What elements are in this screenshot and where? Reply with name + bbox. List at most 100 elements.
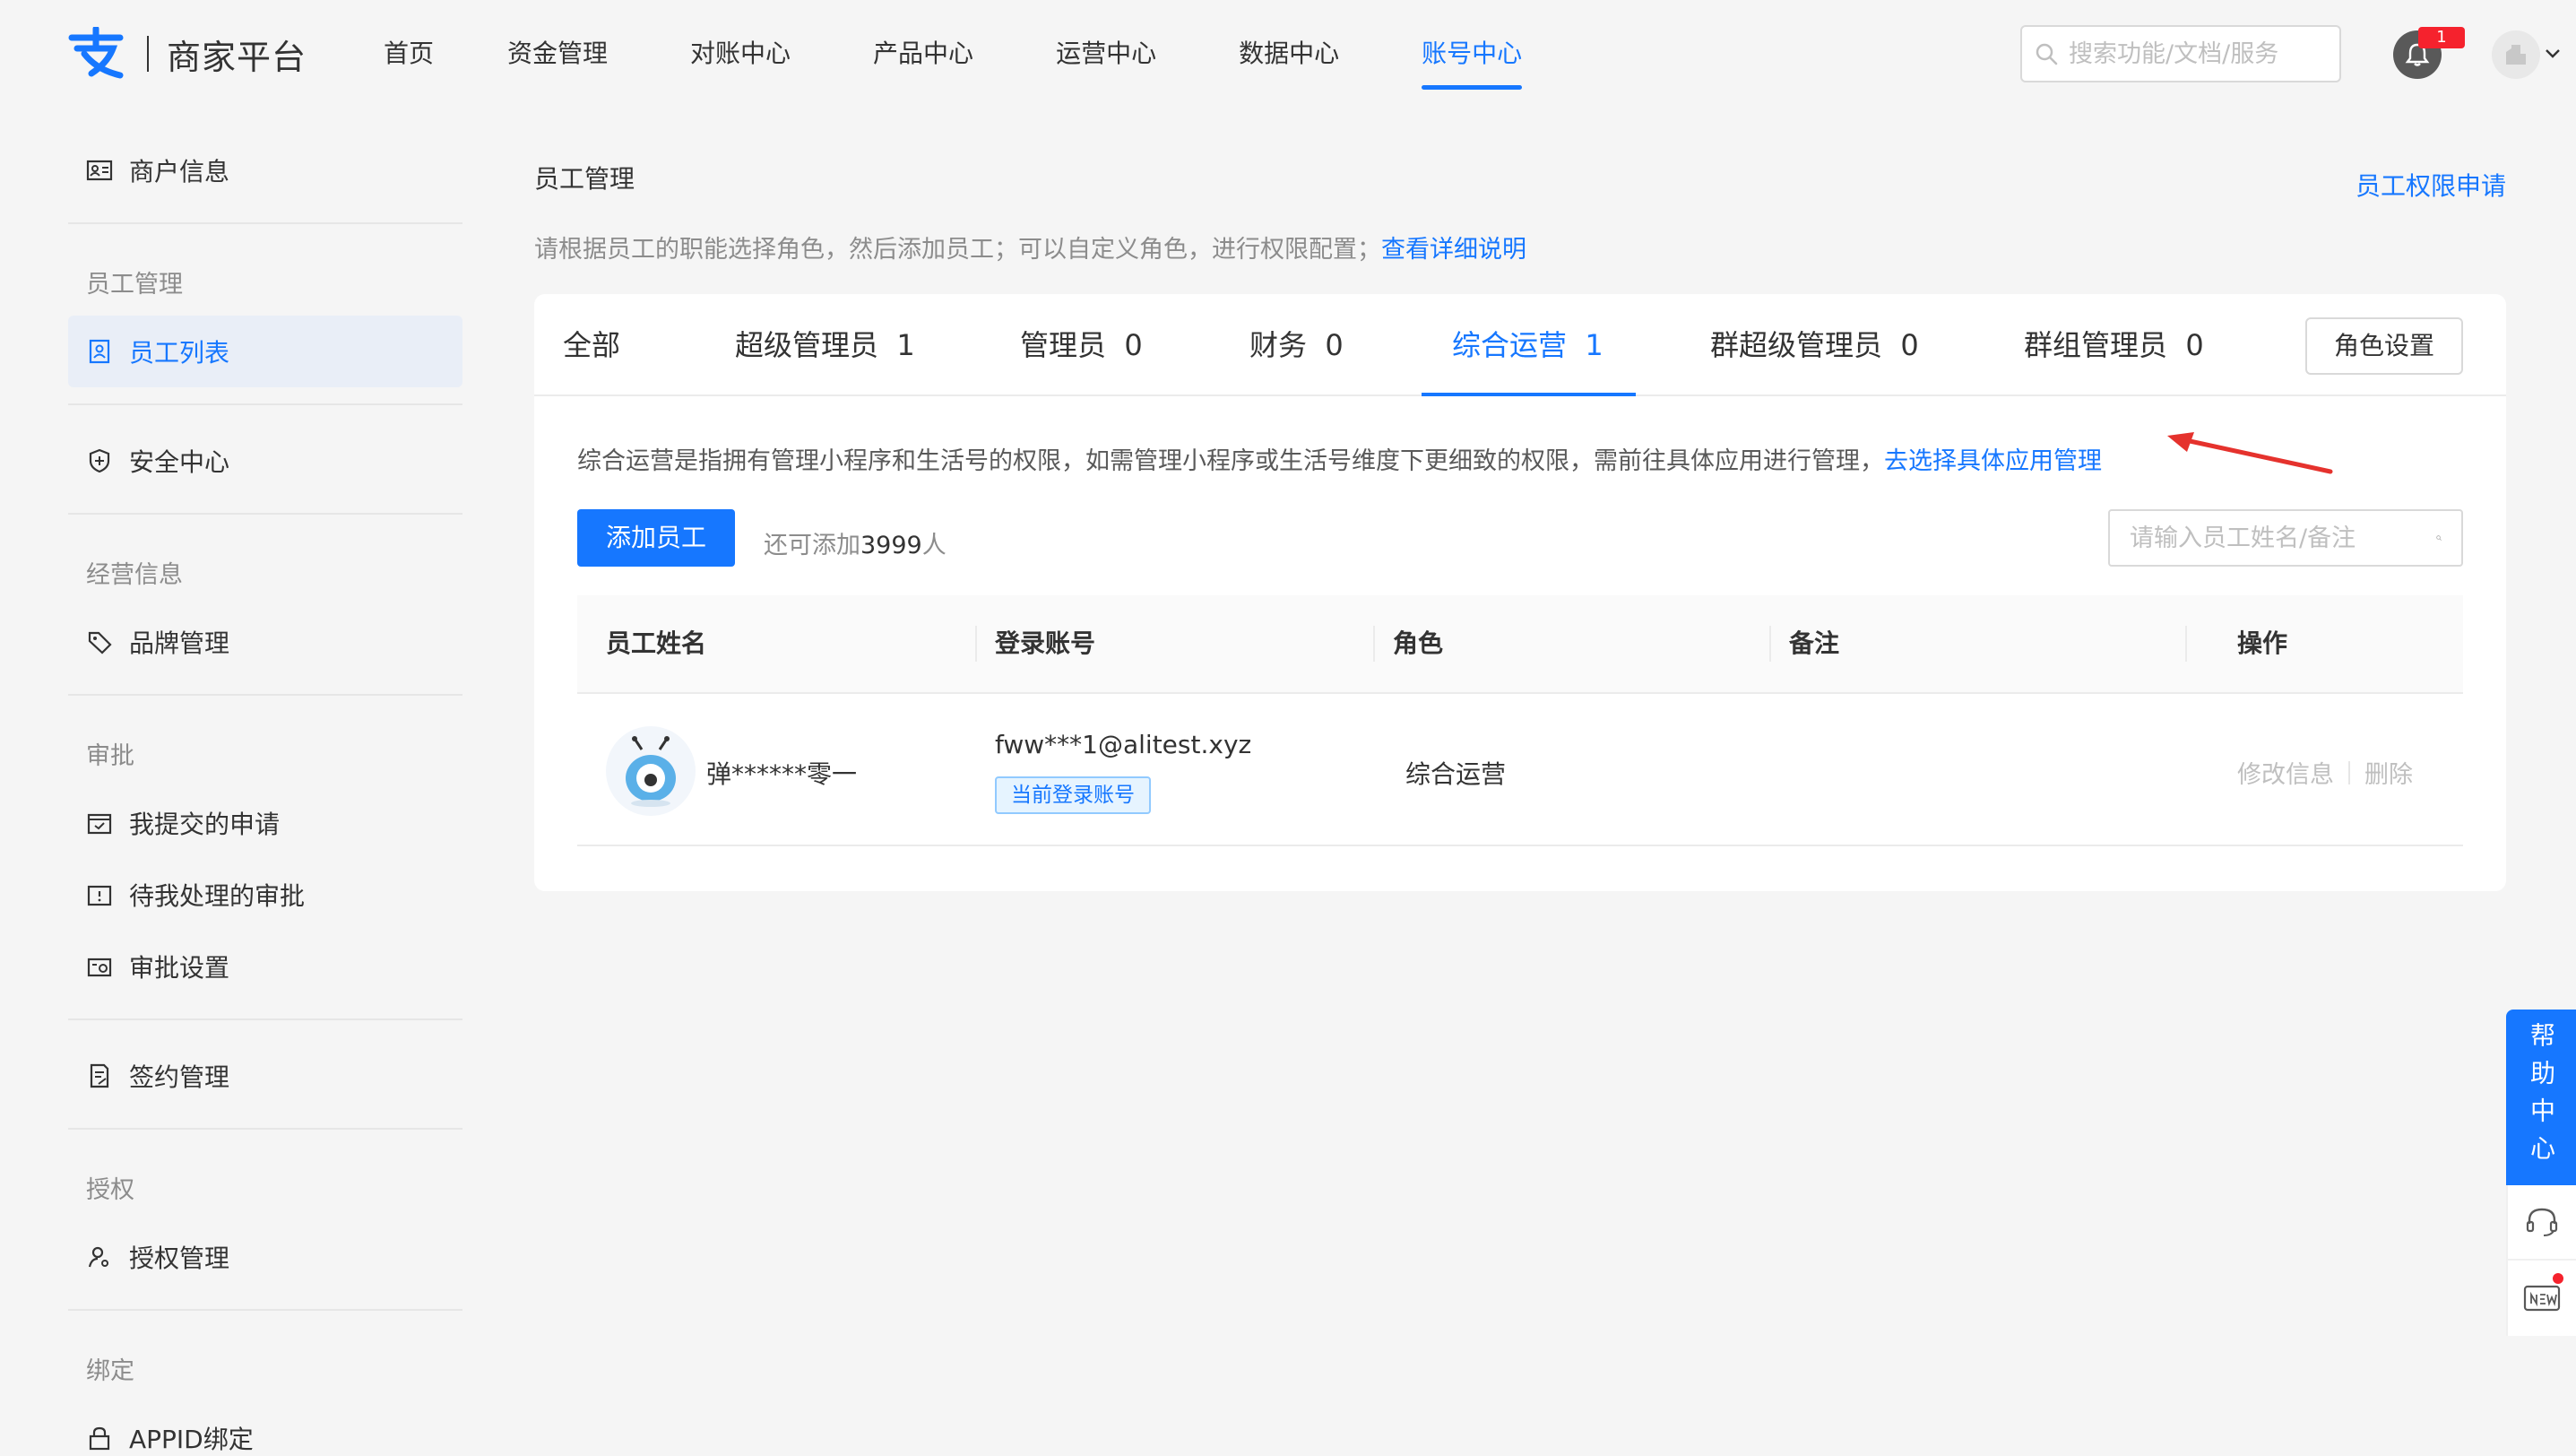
avatar bbox=[606, 726, 696, 816]
tab-super-admin[interactable]: 超级管理员 1 bbox=[735, 294, 915, 394]
choose-app-link[interactable]: 去选择具体应用管理 bbox=[1884, 447, 2102, 475]
add-employee-button[interactable]: 添加员工 bbox=[577, 509, 735, 567]
sidebar-item-appid-binding[interactable]: APPID绑定 bbox=[68, 1402, 462, 1456]
tab-group-admin[interactable]: 群组管理员 0 bbox=[2024, 294, 2204, 394]
tab-count: 0 bbox=[2185, 328, 2204, 362]
customer-service-button[interactable] bbox=[2506, 1185, 2576, 1261]
remaining-quota: 还可添加3999人 bbox=[764, 525, 947, 560]
tab-all[interactable]: 全部 bbox=[563, 294, 620, 394]
tab-label: 全部 bbox=[563, 328, 621, 362]
tab-label: 超级管理员 bbox=[735, 328, 879, 362]
tab-group-super-admin[interactable]: 群超级管理员 0 bbox=[1710, 294, 1919, 394]
sidebar-item-label: 待我处理的审批 bbox=[129, 881, 306, 911]
sidebar-item-label: 审批设置 bbox=[129, 953, 230, 983]
checklist-icon bbox=[87, 813, 112, 835]
employee-card: 全部 超级管理员 1 管理员 0 财务 0 综合运营 1 群超级管理员 0 群组… bbox=[534, 294, 2506, 891]
search-icon bbox=[2036, 43, 2058, 65]
tab-admin[interactable]: 管理员 0 bbox=[1020, 294, 1143, 394]
sidebar-group-title: 授权 bbox=[86, 1176, 134, 1204]
sidebar-item-security[interactable]: 安全中心 bbox=[68, 425, 462, 497]
column-header-account: 登录账号 bbox=[995, 628, 1096, 658]
detail-link[interactable]: 查看详细说明 bbox=[1381, 236, 1526, 264]
sidebar-item-label: 商户信息 bbox=[129, 157, 230, 186]
column-separator bbox=[1769, 626, 1771, 662]
pending-icon bbox=[87, 885, 112, 906]
sidebar-group-title: 绑定 bbox=[86, 1357, 134, 1385]
sidebar-item-label: 我提交的申请 bbox=[129, 810, 281, 839]
employee-name: 弹******零一 bbox=[706, 759, 858, 789]
sidebar-item-pending-approvals[interactable]: 待我处理的审批 bbox=[68, 859, 462, 931]
tab-label: 财务 bbox=[1249, 328, 1308, 362]
column-separator bbox=[1373, 626, 1375, 662]
user-avatar[interactable] bbox=[2492, 30, 2540, 79]
nav-item-operations[interactable]: 运营中心 bbox=[1056, 0, 1156, 108]
sidebar-divider bbox=[68, 222, 462, 224]
chevron-down-icon[interactable] bbox=[2542, 43, 2563, 65]
sidebar-item-employee-list[interactable]: 员工列表 bbox=[68, 316, 462, 387]
employee-role: 综合运营 bbox=[1405, 759, 1507, 789]
top-navigation-bar: 商家平台 首页 资金管理 对账中心 产品中心 运营中心 数据中心 账号中心 1 bbox=[0, 0, 2576, 108]
ant-mascot-icon bbox=[626, 736, 676, 807]
employee-list-icon bbox=[89, 339, 110, 364]
sidebar-item-authorization[interactable]: 授权管理 bbox=[68, 1221, 462, 1293]
sidebar-item-label: 品牌管理 bbox=[129, 628, 230, 658]
user-key-icon bbox=[88, 1246, 108, 1268]
tab-count: 0 bbox=[1325, 328, 1344, 362]
search-icon[interactable] bbox=[2436, 526, 2442, 550]
tab-operations[interactable]: 综合运营 1 bbox=[1422, 294, 1636, 396]
tab-label: 管理员 bbox=[1020, 328, 1107, 362]
global-search[interactable] bbox=[2020, 25, 2341, 82]
permission-apply-link[interactable]: 员工权限申请 bbox=[2356, 167, 2506, 203]
global-search-input[interactable] bbox=[2069, 39, 2338, 68]
description-text: 请根据员工的职能选择角色，然后添加员工；可以自定义角色，进行权限配置； bbox=[534, 236, 1381, 264]
nav-item-home[interactable]: 首页 bbox=[384, 0, 434, 108]
whats-new-button[interactable] bbox=[2506, 1261, 2576, 1336]
sidebar-divider bbox=[68, 1018, 462, 1020]
tab-count: 1 bbox=[1585, 328, 1604, 362]
edit-info-button[interactable]: 修改信息 bbox=[2237, 755, 2334, 790]
column-header-role: 角色 bbox=[1393, 628, 1444, 658]
sidebar-group-title: 经营信息 bbox=[86, 561, 183, 589]
sidebar-item-approval-settings[interactable]: 审批设置 bbox=[68, 931, 462, 1002]
role-settings-button[interactable]: 角色设置 bbox=[2305, 317, 2463, 375]
approval-settings-icon bbox=[87, 958, 112, 977]
page-description: 请根据员工的职能选择角色，然后添加员工；可以自定义角色，进行权限配置；查看详细说… bbox=[534, 230, 1526, 264]
sidebar-item-label: 员工列表 bbox=[129, 338, 230, 368]
sidebar-divider bbox=[68, 513, 462, 515]
column-header-name: 员工姓名 bbox=[606, 628, 707, 658]
nav-item-account[interactable]: 账号中心 bbox=[1422, 0, 1523, 108]
sidebar-item-merchant-info[interactable]: 商户信息 bbox=[68, 134, 462, 206]
id-card-icon bbox=[86, 160, 113, 181]
sidebar-item-label: APPID绑定 bbox=[129, 1425, 254, 1454]
sidebar-group-title: 审批 bbox=[86, 742, 134, 770]
sidebar-item-brand[interactable]: 品牌管理 bbox=[68, 606, 462, 678]
employee-search-input[interactable] bbox=[2130, 524, 2436, 552]
tab-label: 群组管理员 bbox=[2024, 328, 2168, 362]
sidebar-group-title: 员工管理 bbox=[86, 271, 183, 299]
employee-search[interactable] bbox=[2108, 509, 2463, 567]
nav-item-funds[interactable]: 资金管理 bbox=[507, 0, 608, 108]
nav-item-data[interactable]: 数据中心 bbox=[1239, 0, 1339, 108]
current-account-tag: 当前登录账号 bbox=[995, 776, 1151, 814]
sidebar-divider bbox=[68, 403, 462, 405]
store-icon bbox=[2506, 45, 2526, 65]
page-title: 员工管理 bbox=[534, 164, 635, 194]
help-center-button[interactable]: 帮助中心 bbox=[2506, 1010, 2576, 1185]
tab-finance[interactable]: 财务 0 bbox=[1249, 294, 1344, 394]
main-nav: 首页 资金管理 对账中心 产品中心 运营中心 数据中心 账号中心 bbox=[384, 0, 1523, 108]
tab-count: 0 bbox=[1124, 328, 1143, 362]
contract-icon bbox=[90, 1063, 109, 1088]
delete-button[interactable]: 删除 bbox=[2364, 755, 2413, 790]
nav-item-products[interactable]: 产品中心 bbox=[873, 0, 973, 108]
tab-label: 综合运营 bbox=[1452, 328, 1568, 362]
logo-divider bbox=[147, 36, 149, 72]
table-header: 员工姓名 登录账号 角色 备注 操作 bbox=[577, 595, 2463, 694]
tab-count: 1 bbox=[896, 328, 915, 362]
nav-item-reconciliation[interactable]: 对账中心 bbox=[690, 0, 791, 108]
sidebar-item-my-submissions[interactable]: 我提交的申请 bbox=[68, 787, 462, 859]
action-separator bbox=[2348, 760, 2350, 784]
sidebar-item-contracts[interactable]: 签约管理 bbox=[68, 1040, 462, 1112]
new-features-icon bbox=[2523, 1285, 2561, 1312]
column-separator bbox=[2185, 626, 2187, 662]
logo[interactable]: 商家平台 bbox=[66, 27, 307, 81]
